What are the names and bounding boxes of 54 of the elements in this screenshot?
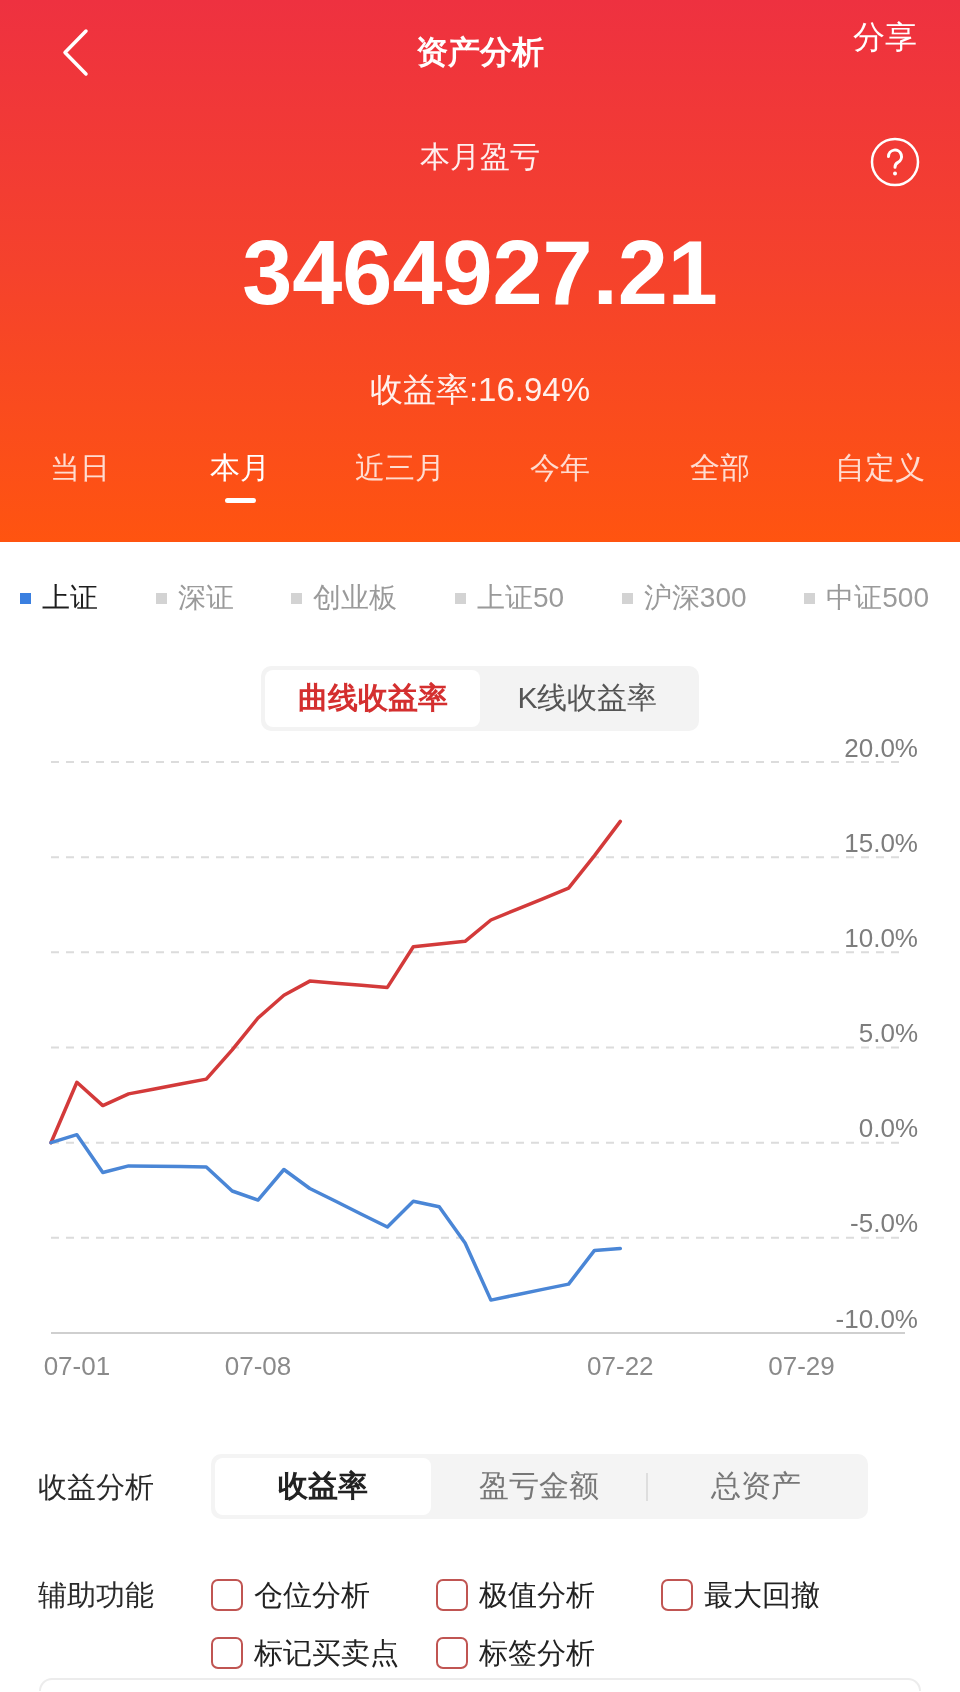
period-tab[interactable]: 当日	[50, 448, 110, 488]
row-label: 收益分析	[38, 1470, 155, 1503]
page-title: 资产分析	[416, 33, 544, 72]
tab-underline-icon	[224, 498, 256, 503]
y-axis-label: 10.0%	[844, 922, 918, 953]
period-tab[interactable]: 自定义	[835, 448, 925, 488]
legend-item[interactable]: 中证500	[804, 580, 929, 616]
square-marker-icon	[155, 592, 167, 604]
square-marker-icon	[455, 592, 466, 604]
row-label: 辅助功能	[38, 1579, 155, 1611]
y-axis-label: 15.0%	[844, 827, 918, 858]
square-marker-icon	[291, 592, 303, 604]
period-tab[interactable]: 本月	[210, 448, 270, 503]
legend-item[interactable]: 上证50	[455, 580, 565, 616]
checkbox[interactable]	[211, 1579, 243, 1611]
x-axis-label: 07-01	[43, 1351, 111, 1381]
checkbox[interactable]	[661, 1579, 693, 1611]
legend-item[interactable]: 创业板	[291, 580, 398, 616]
segment-tab[interactable]: 总资产	[648, 1458, 864, 1515]
segment-tab[interactable]: 收益率	[215, 1458, 431, 1515]
x-axis-label: 07-29	[768, 1351, 835, 1381]
segment-tab[interactable]: 曲线收益率	[265, 670, 480, 727]
profit-amount: 3464927.21	[242, 223, 718, 323]
segment-tab[interactable]: 盈亏金额	[430, 1458, 647, 1515]
period-tab[interactable]: 今年	[530, 448, 590, 488]
square-marker-icon	[804, 592, 816, 604]
y-axis-label: 0.0%	[858, 1113, 918, 1144]
y-axis-label: -10.0%	[835, 1303, 918, 1334]
segment-tab[interactable]: K线收益率	[480, 670, 695, 727]
checkbox-label[interactable]: 极值分析	[479, 1579, 595, 1611]
square-marker-icon	[621, 592, 633, 604]
help-icon[interactable]	[870, 136, 920, 187]
square-marker-icon	[20, 592, 31, 604]
y-axis-label: 20.0%	[844, 732, 918, 763]
checkbox[interactable]	[211, 1637, 243, 1669]
period-tab[interactable]: 近三月	[355, 448, 445, 488]
checkbox-label[interactable]: 标签分析	[479, 1637, 595, 1669]
y-axis-label: 5.0%	[858, 1018, 918, 1048]
legend-item[interactable]: 沪深300	[621, 580, 747, 616]
checkbox[interactable]	[436, 1579, 468, 1611]
share-button[interactable]: 分享	[853, 17, 917, 57]
x-axis-label: 07-22	[587, 1351, 654, 1381]
checkbox[interactable]	[436, 1637, 468, 1669]
profit-label: 本月盈亏	[420, 138, 540, 175]
return-rate: 收益率:16.94%	[369, 370, 591, 410]
y-axis-label: -5.0%	[850, 1208, 918, 1239]
checkbox-label[interactable]: 仓位分析	[254, 1579, 370, 1611]
checkbox-label[interactable]: 标记买卖点	[254, 1637, 399, 1669]
period-tab[interactable]: 全部	[690, 448, 750, 488]
back-icon[interactable]	[61, 27, 89, 77]
legend-item[interactable]: 深证	[155, 580, 234, 616]
checkbox-label[interactable]: 最大回撤	[704, 1579, 820, 1611]
x-axis-label: 07-08	[224, 1351, 292, 1381]
legend-item[interactable]: 上证	[20, 580, 98, 616]
